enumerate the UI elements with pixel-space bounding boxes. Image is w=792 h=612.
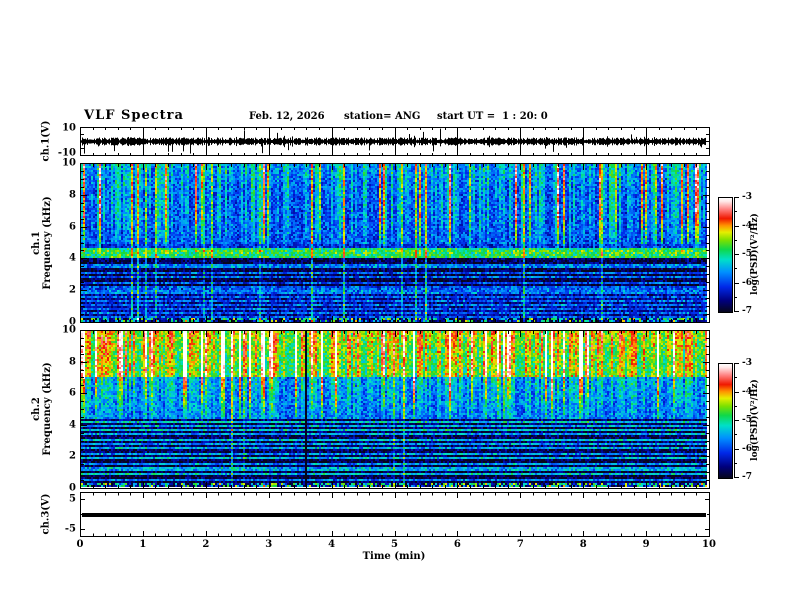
colorbar-tick	[734, 254, 739, 255]
colorbar-tick-label: -7	[742, 306, 752, 316]
ch3-wave-ytick: 5	[38, 494, 76, 505]
colorbar-tick-label: -3	[742, 192, 752, 202]
ch1-spec-unit-label: Frequency (kHz)	[42, 196, 53, 289]
time-tick-label: 0	[77, 539, 84, 550]
colorbar-minor-tick	[734, 434, 737, 435]
ch2-colorbar	[718, 363, 733, 479]
ch1-spec-ytick: 6	[38, 221, 76, 232]
ch1-spec-ytick: 2	[38, 285, 76, 296]
header-station: station= ANG	[344, 111, 420, 122]
time-tick-label: 7	[517, 539, 524, 550]
ch2-spec-ytick: 4	[38, 419, 76, 430]
time-tick-label: 8	[580, 539, 587, 550]
ch1-frequency-axis-label: ch.1 Frequency (kHz)	[31, 196, 53, 289]
ch1-waveform-canvas	[80, 127, 710, 156]
ch1-spec-ytick: 10	[38, 158, 76, 169]
time-tick-label: 2	[202, 539, 209, 550]
ch1-spec-channel-label: ch.1	[31, 196, 42, 289]
colorbar-minor-tick	[734, 211, 737, 212]
time-tick-label: 5	[391, 539, 398, 550]
colorbar-tick	[734, 363, 739, 364]
colorbar-tick	[734, 392, 739, 393]
colorbar-tick	[734, 283, 739, 284]
ch2-spec-ytick: 10	[38, 325, 76, 336]
ch1-spectrogram-canvas	[80, 163, 710, 323]
ch3-wave-ytick: -5	[38, 524, 76, 535]
colorbar-tick	[734, 311, 739, 312]
time-tick-label: 9	[643, 539, 650, 550]
colorbar-tick	[734, 477, 739, 478]
time-tick-label: 1	[139, 539, 146, 550]
ch3-waveform-canvas	[80, 492, 710, 537]
colorbar-tick	[734, 197, 739, 198]
colorbar-tick-label: -7	[742, 472, 752, 482]
ch1-wave-ytick: 10	[38, 123, 76, 134]
time-tick-label: 6	[454, 539, 461, 550]
vlf-spectra-screen: VLF Spectra Feb. 12, 2026 station= ANG s…	[0, 0, 792, 612]
colorbar-tick	[734, 449, 739, 450]
colorbar-tick	[734, 226, 739, 227]
header-start-ut: start UT = 1 : 20: 0	[437, 111, 548, 122]
ch1-colorbar	[718, 197, 733, 313]
ch2-spec-ytick: 6	[38, 388, 76, 399]
colorbar-minor-tick	[734, 297, 737, 298]
ch1-spec-ytick: 4	[38, 253, 76, 264]
page-title: VLF Spectra	[84, 108, 184, 123]
ch2-spec-ytick: 2	[38, 451, 76, 462]
colorbar-minor-tick	[734, 406, 737, 407]
ch2-spec-channel-label: ch.2	[31, 362, 42, 455]
colorbar-minor-tick	[734, 240, 737, 241]
colorbar-minor-tick	[734, 268, 737, 269]
ch2-spec-ytick: 0	[38, 483, 76, 494]
header-date: Feb. 12, 2026	[249, 111, 325, 122]
ch2-spec-ytick: 8	[38, 356, 76, 367]
time-axis-label: Time (min)	[363, 551, 426, 562]
time-tick-label: 3	[265, 539, 272, 550]
colorbar-minor-tick	[734, 463, 737, 464]
time-tick-label: 10	[702, 539, 716, 550]
time-tick-label: 4	[328, 539, 335, 550]
ch2-colorbar-label: log(PSD)(V²/Hz)	[750, 379, 760, 461]
ch1-colorbar-label: log(PSD)(V²/Hz)	[750, 213, 760, 295]
colorbar-tick-label: -3	[742, 358, 752, 368]
colorbar-tick	[734, 420, 739, 421]
colorbar-minor-tick	[734, 377, 737, 378]
ch1-spec-ytick: 8	[38, 189, 76, 200]
ch2-spectrogram-canvas	[80, 330, 710, 489]
ch2-spec-unit-label: Frequency (kHz)	[42, 362, 53, 455]
ch2-frequency-axis-label: ch.2 Frequency (kHz)	[31, 362, 53, 455]
